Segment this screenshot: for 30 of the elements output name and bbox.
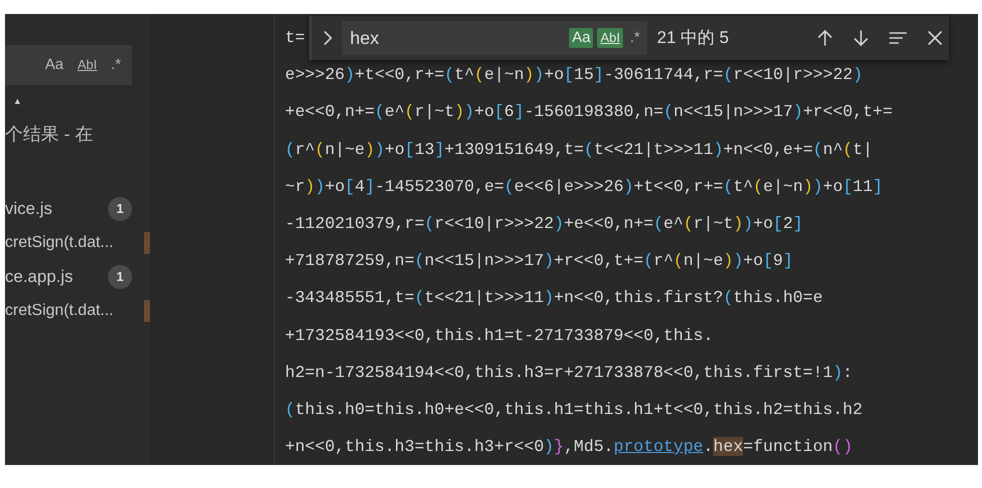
option-toggle[interactable]: .* xyxy=(108,54,124,76)
match-marker xyxy=(144,300,150,322)
code-line: t= xyxy=(285,27,305,49)
match-marker xyxy=(144,232,150,254)
code-line: +e<<0,n+=(e^(r|~t))+o[6]-1560198380,n=(n<<15|n>>>17)+r<<0,t+= xyxy=(285,101,893,124)
count-badge: 1 xyxy=(108,196,132,220)
code-line: h2=n-1732584194<<0,this.h3=r+271733878<<0,this.first=!1): xyxy=(285,362,853,384)
option-toggle[interactable]: Aa xyxy=(569,28,594,48)
code-line: +1732584193<<0,this.h1=t-271733879<<0,this. xyxy=(285,324,714,346)
collapse-arrow[interactable]: ▲ xyxy=(13,95,25,108)
find-input[interactable]: hex Aa AbI .* xyxy=(342,21,647,55)
results-summary: 个结果 - 在 xyxy=(5,122,94,146)
code-line: (r^(n|~e))+o[13]+1309151649,t=(t<<21|t>>>11)+n<<0,e+=(n^(t| xyxy=(285,138,873,161)
option-toggle[interactable]: AbI xyxy=(74,56,100,74)
code-line: e>>>26)+t<<0,r+=(t^(e|~n))+o[15]-30611744,r=(r<<10|r>>>22) xyxy=(285,64,863,86)
option-toggle[interactable]: AbI xyxy=(597,28,623,48)
code-line: +718787259,n=(n<<15|n>>>17)+r<<0,t+=(r^(n|~e))+o[9] xyxy=(285,250,793,272)
option-toggle[interactable]: Aa xyxy=(42,54,66,76)
match-line[interactable]: cretSign(t.dat... xyxy=(5,298,114,322)
code-line: -1120210379,r=(r<<10|r>>>22)+e<<0,n+=(e^(r|~t))+o[2] xyxy=(285,212,803,235)
file-name[interactable]: vice.js xyxy=(5,196,52,222)
match-line[interactable]: cretSign(t.dat... xyxy=(5,230,114,254)
code-line: ~r))+o[4]-145523070,e=(e<<6|e>>>26)+t<<0,r+=(t^(e|~n))+o[11] xyxy=(285,176,883,198)
file-name[interactable]: ce.app.js xyxy=(5,264,74,290)
match-count: 21 中的 5 xyxy=(657,27,729,50)
code-line: +n<<0,this.h3=this.h3+r<<0)},Md5.prototype.hex=function() xyxy=(285,436,853,458)
count-badge: 1 xyxy=(108,264,132,288)
code-line: -343485551,t=(t<<21|t>>>11)+n<<0,this.first?(this.h0=e xyxy=(285,287,823,310)
option-toggle[interactable]: .* xyxy=(626,28,643,48)
code-line: (this.h0=this.h0+e<<0,this.h1=this.h1+t<<0,this.h2=this.h2 xyxy=(285,398,863,421)
